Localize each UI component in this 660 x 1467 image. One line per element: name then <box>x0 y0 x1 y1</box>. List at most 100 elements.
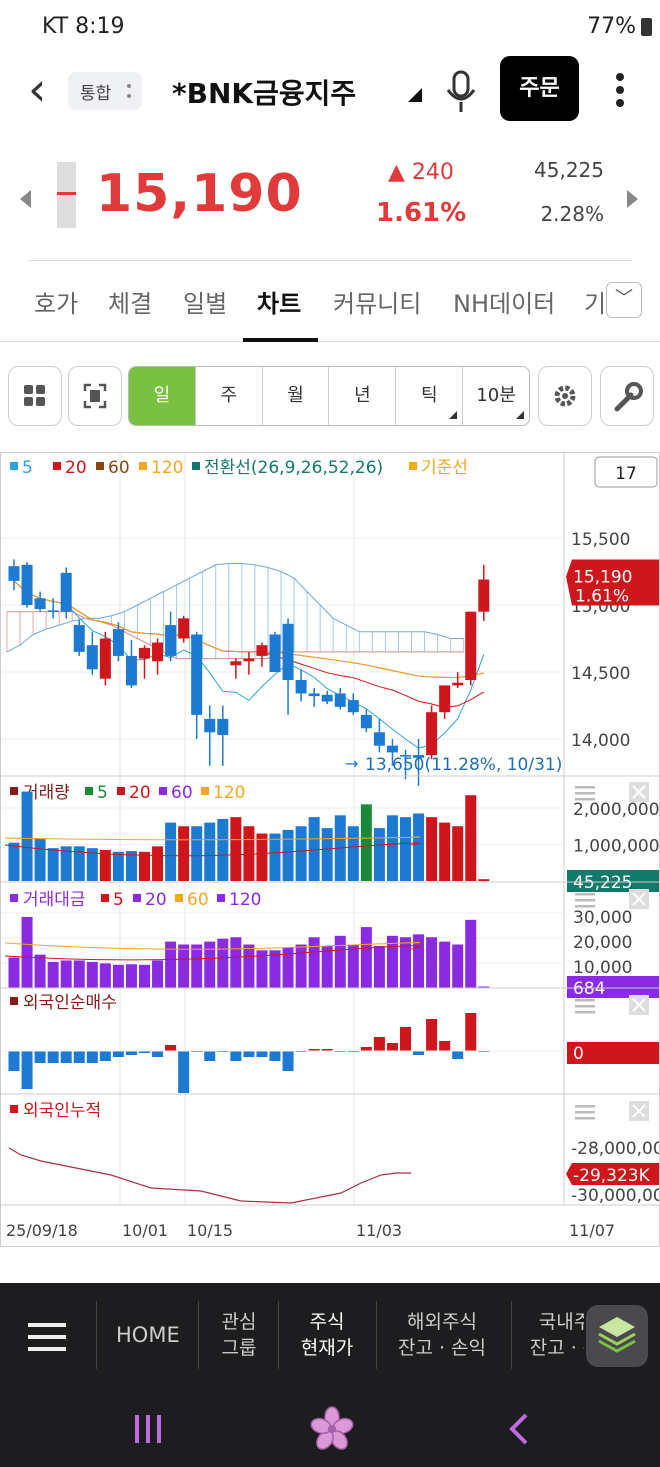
layers-button[interactable] <box>586 1305 648 1367</box>
foreign-cum-tick-label: -30,000,000 <box>571 1186 659 1206</box>
candle-body <box>139 647 150 659</box>
volume-legend-2: 60 <box>171 783 193 803</box>
period-year[interactable]: 년 <box>329 367 397 425</box>
tab-daily[interactable]: 일별 <box>183 284 227 319</box>
foreign-net-panel-menu-icon <box>575 999 595 1014</box>
foreign-net-bar <box>86 1051 98 1063</box>
foreign-net-bar <box>439 1041 451 1051</box>
volume-bar <box>439 822 451 881</box>
tab-community[interactable]: 커뮤니티 <box>333 284 421 319</box>
legend-swatch <box>117 787 125 795</box>
legend-swatch <box>101 894 109 902</box>
x-tick-label-4: 11/07 <box>569 1221 615 1240</box>
volume-bar <box>34 839 46 881</box>
tab-trades[interactable]: 체결 <box>108 284 152 319</box>
system-navbar <box>0 1389 660 1467</box>
candle-body <box>73 625 85 652</box>
foreign-net-bar <box>400 1027 411 1051</box>
layout-button[interactable] <box>8 366 62 426</box>
period-week[interactable]: 주 <box>196 367 263 425</box>
next-stock-icon[interactable] <box>627 190 638 208</box>
candle-body <box>386 745 398 753</box>
candle-body <box>47 610 59 612</box>
legend-swatch <box>53 462 61 470</box>
back-icon[interactable]: ‹ <box>28 62 46 116</box>
candle-body <box>112 629 124 656</box>
nav-home[interactable]: HOME <box>116 1323 180 1347</box>
tab-more[interactable]: 기 <box>584 284 606 319</box>
nav-overseas-balance[interactable]: 해외주식 잔고 · 손익 <box>384 1309 500 1361</box>
bottom-navigation: HOME 관심 그룹 주식 현재가 해외주식 잔고 · 손익 국내주 잔고 · … <box>0 1283 660 1389</box>
carrier-time: KT 8:19 <box>42 14 125 39</box>
category-selector[interactable]: 통합 <box>68 72 142 110</box>
volume-legend-3: 120 <box>213 783 245 803</box>
candle-body <box>256 645 268 656</box>
header: ‹ 통합 *BNK금융지주 주문 <box>0 56 660 136</box>
volume-bar <box>269 833 281 881</box>
legend-swatch <box>85 787 93 795</box>
turnover-bar <box>400 937 411 988</box>
turnover-legend-0: 5 <box>113 890 124 910</box>
turnover-bar <box>452 944 464 988</box>
menu-line <box>575 1005 595 1008</box>
period-tick[interactable]: 틱 <box>396 367 464 425</box>
foreign-net-bar <box>125 1051 137 1055</box>
menu-line <box>575 1117 595 1120</box>
stock-name[interactable]: *BNK금융지주 <box>172 72 356 112</box>
legend-swatch <box>10 462 18 470</box>
microphone-icon[interactable] <box>444 70 478 114</box>
foreign-net-bar <box>269 1051 281 1061</box>
tab-hoga[interactable]: 호가 <box>34 284 78 319</box>
capture-button[interactable] <box>68 366 122 426</box>
more-icon[interactable] <box>612 72 628 112</box>
turnover-bar <box>321 945 333 988</box>
candle-body <box>465 611 477 681</box>
nav-domestic-balance[interactable]: 국내주 잔고 · 손 <box>520 1309 584 1361</box>
nav-stock-price[interactable]: 주식 현재가 <box>286 1309 368 1361</box>
price-tick-label: 15,500 <box>571 530 630 550</box>
candle-body <box>308 693 320 697</box>
volume-bar <box>217 818 229 881</box>
tab-nh-data[interactable]: NH데이터 <box>453 284 555 319</box>
recents-icon[interactable] <box>132 1413 164 1445</box>
volume-bar <box>178 826 190 881</box>
volume-panel-menu-icon <box>575 786 595 801</box>
candle-body <box>125 655 137 686</box>
dropdown-icon[interactable] <box>408 88 422 102</box>
period-day[interactable]: 일 <box>129 367 196 425</box>
tools-button[interactable] <box>600 366 654 426</box>
tab-expand-icon[interactable]: ﹀ <box>606 282 642 318</box>
volume-bar <box>452 826 464 881</box>
candle-body <box>334 693 346 707</box>
legend-swatch <box>10 787 18 795</box>
period-minute[interactable]: 10분 <box>463 367 529 425</box>
volume-bar <box>321 828 333 881</box>
turnover-tick-label: 10,000 <box>573 958 632 978</box>
foreign-cum-panel-menu-icon <box>575 1105 595 1120</box>
foreign-net-bar <box>112 1051 124 1057</box>
candle-body <box>21 564 33 605</box>
order-button[interactable]: 주문 <box>500 56 579 121</box>
settings-button[interactable] <box>538 366 592 426</box>
home-flower-icon[interactable] <box>308 1405 356 1451</box>
tab-chart[interactable]: 차트 <box>257 284 301 319</box>
tab-bar: 호가 체결 일별 차트 커뮤니티 NH데이터 기 ﹀ <box>0 268 660 342</box>
turnover-bar <box>230 937 242 988</box>
turnover-bar <box>426 937 438 988</box>
back-nav-icon[interactable] <box>504 1411 532 1447</box>
period-month[interactable]: 월 <box>263 367 330 425</box>
current-price-label: 15,190 <box>573 568 632 588</box>
chart-area[interactable]: 5 20 60 120 전환선(26,9,26,52,26) 기준선 17 15,500 15,… <box>0 452 660 1247</box>
foreign-net-bar <box>152 1051 164 1057</box>
foreign-net-bar <box>426 1019 438 1051</box>
legend-label-5: 기준선 <box>421 458 468 478</box>
nav-watchlist[interactable]: 관심 그룹 <box>208 1309 270 1361</box>
volume-bar <box>165 822 177 881</box>
menu-icon[interactable] <box>28 1321 68 1353</box>
turnover-rate: 2.28% <box>540 202 604 226</box>
prev-stock-icon[interactable] <box>20 190 31 208</box>
turnover-tick-label: 30,000 <box>573 908 632 928</box>
turnover-bar <box>191 944 203 988</box>
chart-canvas[interactable]: 5 20 60 120 전환선(26,9,26,52,26) 기준선 17 15,500 15,… <box>1 453 660 1246</box>
foreign-net-bar <box>8 1051 20 1071</box>
